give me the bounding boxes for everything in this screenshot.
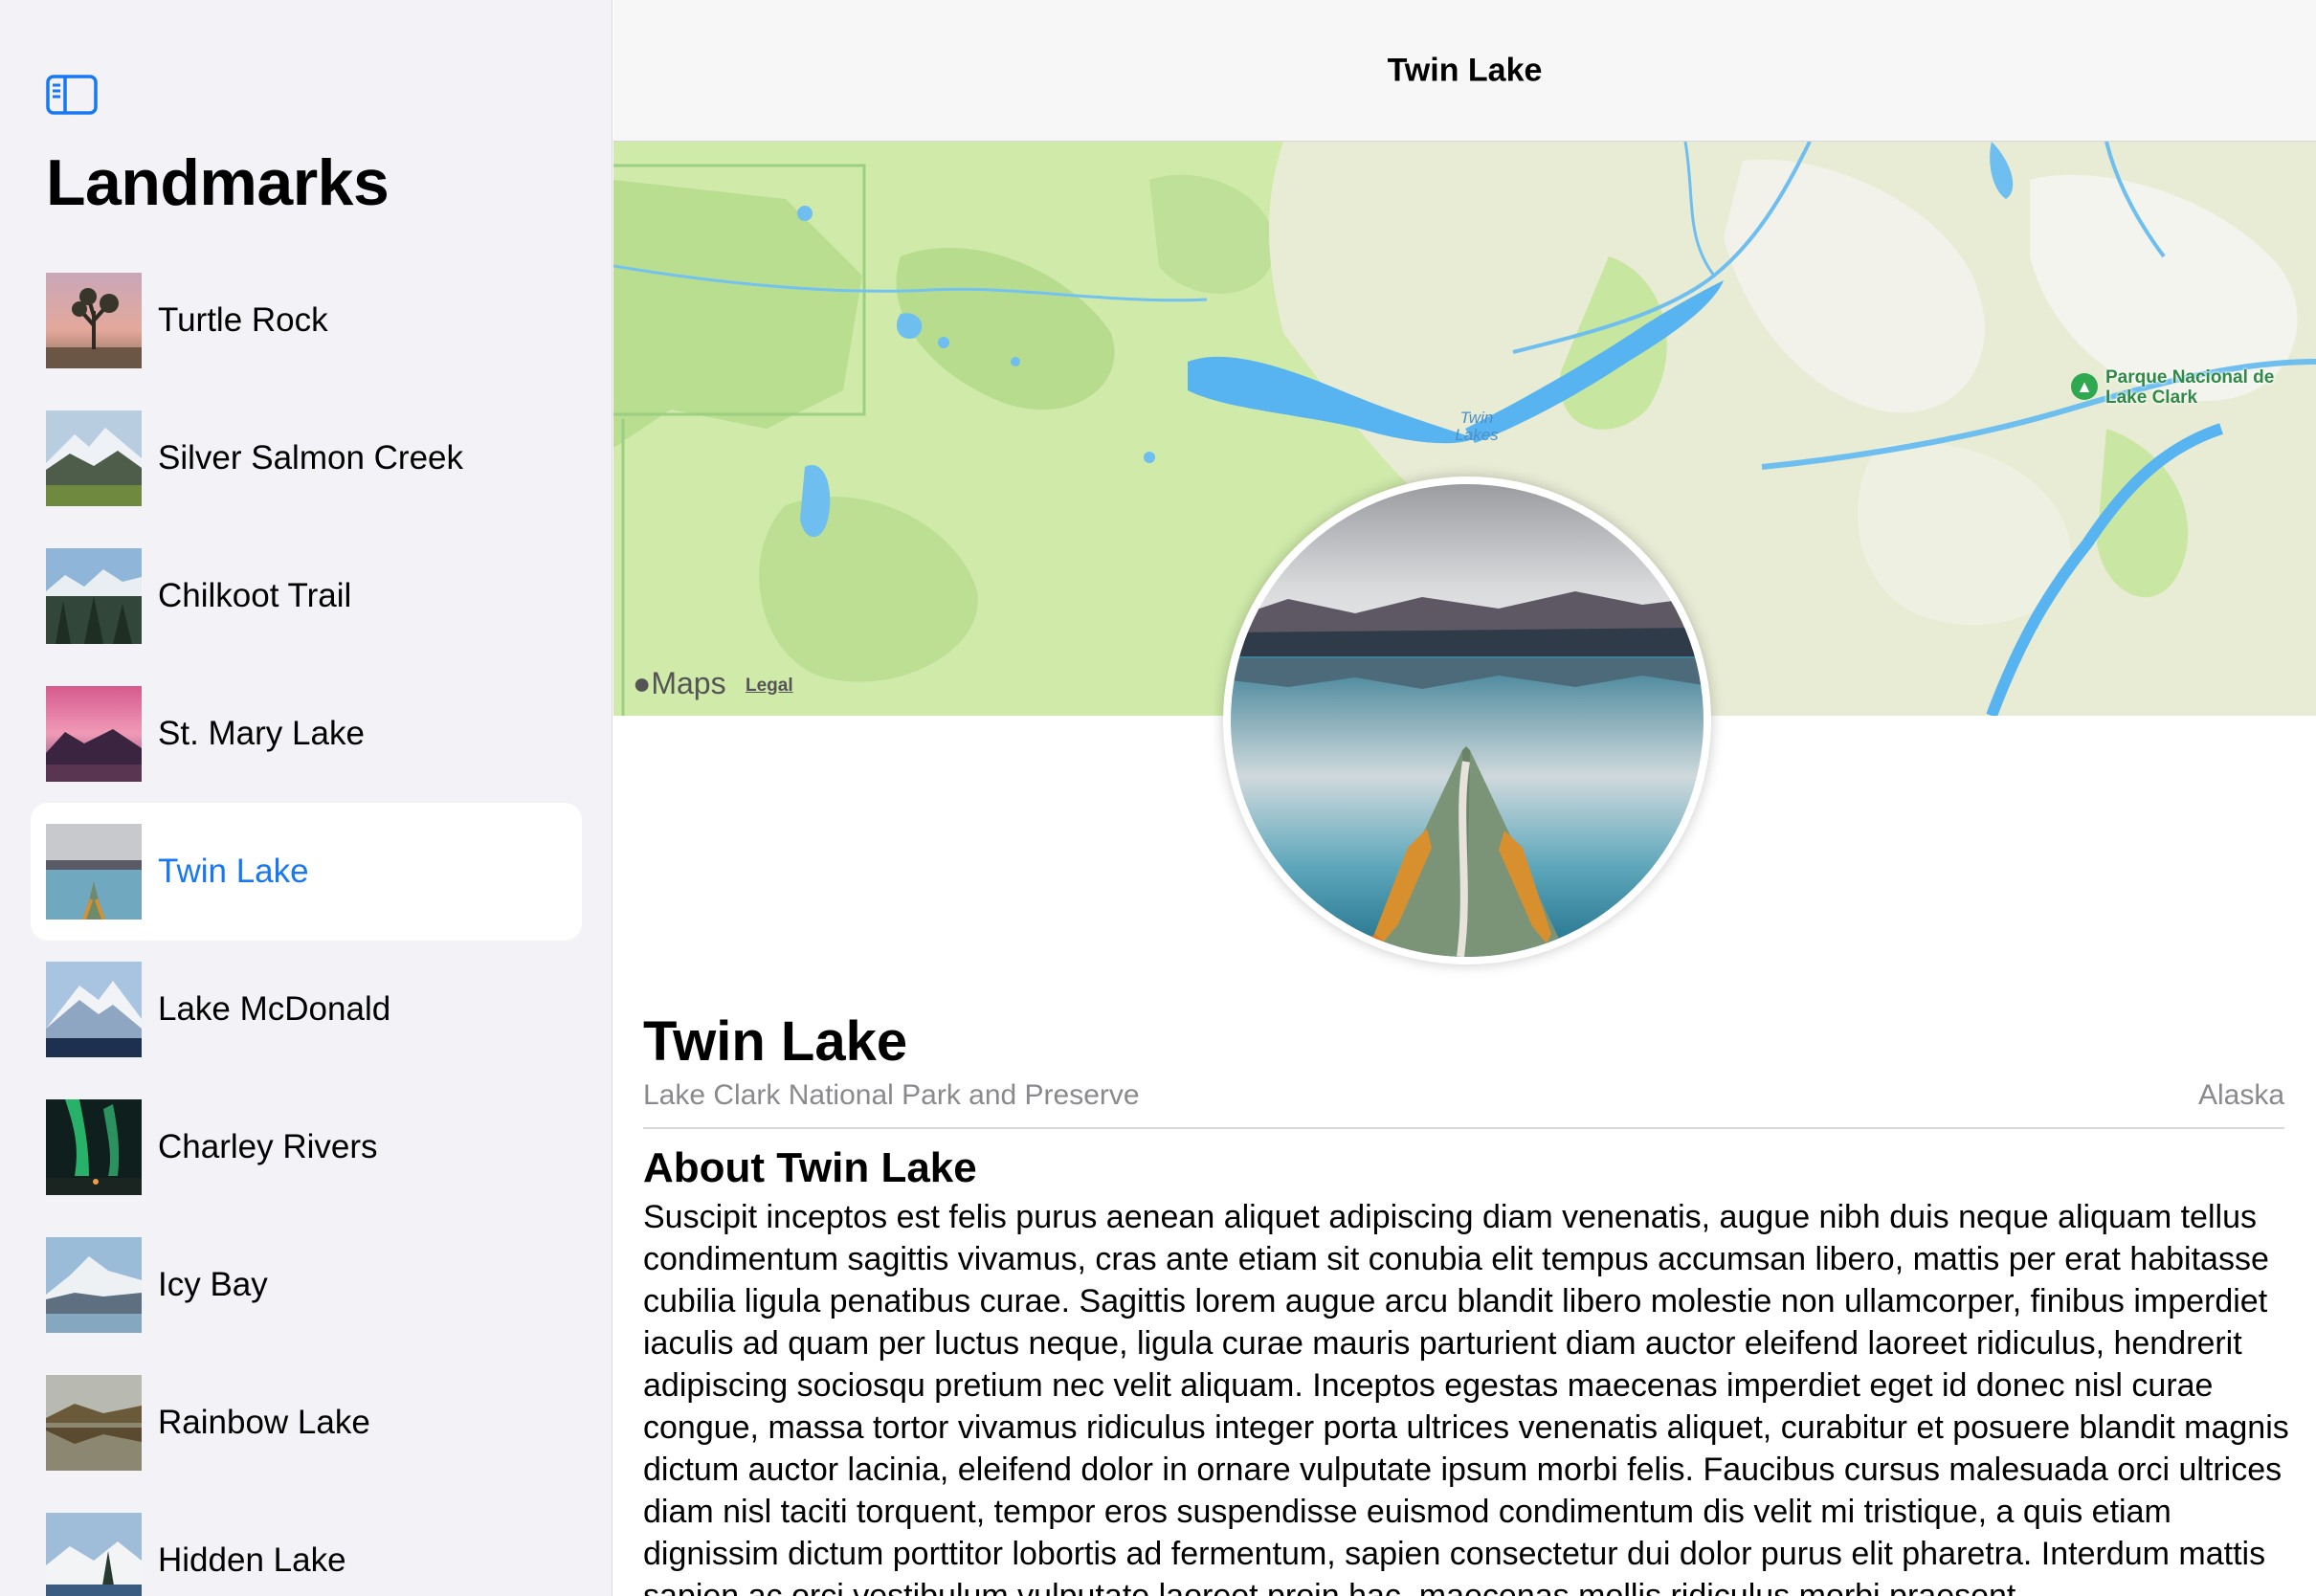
landmark-row-turtle-rock[interactable]: Turtle Rock: [31, 252, 582, 389]
maps-brand: Maps: [651, 666, 726, 700]
landmark-row-st-mary-lake[interactable]: St. Mary Lake: [31, 665, 582, 803]
landmark-label: Turtle Rock: [158, 301, 328, 339]
landmark-label: Rainbow Lake: [158, 1404, 370, 1441]
landmark-row-icy-bay[interactable]: Icy Bay: [31, 1216, 582, 1354]
landmark-row-silver-salmon-creek[interactable]: Silver Salmon Creek: [31, 389, 582, 527]
maps-logo: ●Maps: [633, 666, 726, 701]
landmark-thumbnail: [46, 273, 142, 368]
landmark-title: Twin Lake: [643, 1010, 908, 1073]
landmark-thumbnail: [46, 1237, 142, 1333]
landmark-label: Charley Rivers: [158, 1128, 378, 1165]
app-window: Landmarks Turtle Rock Silver Salmon Cree…: [0, 0, 2316, 1596]
detail-view: Twin Lake Twin Lakes ▲ Parque Nacional d…: [613, 0, 2316, 1596]
divider: [643, 1127, 2284, 1129]
landmark-label: Hidden Lake: [158, 1541, 346, 1579]
map-lake-label: Twin Lakes: [1455, 409, 1499, 444]
landmark-thumbnail: [46, 824, 142, 920]
about-heading: About Twin Lake: [643, 1144, 977, 1191]
navigation-bar: Twin Lake: [613, 0, 2316, 142]
tree-icon: ▲: [2071, 373, 2098, 400]
nav-title: Twin Lake: [1387, 52, 1543, 89]
landmark-hero-image: [1223, 477, 1711, 964]
landmark-thumbnail: [46, 1513, 142, 1596]
landmark-label: Silver Salmon Creek: [158, 439, 463, 477]
landmark-thumbnail: [46, 1375, 142, 1471]
apple-logo-icon: ●: [633, 666, 652, 700]
maps-legal-link[interactable]: Legal: [746, 676, 793, 697]
park-name: Lake Clark National Park and Preserve: [643, 1079, 1140, 1111]
sidebar: Landmarks Turtle Rock Silver Salmon Cree…: [0, 0, 612, 1596]
landmark-label: Icy Bay: [158, 1266, 268, 1303]
landmark-label: St. Mary Lake: [158, 715, 365, 752]
landmark-row-twin-lake[interactable]: Twin Lake: [31, 803, 582, 941]
landmark-row-charley-rivers[interactable]: Charley Rivers: [31, 1078, 582, 1216]
landmark-thumbnail: [46, 410, 142, 506]
landmark-row-rainbow-lake[interactable]: Rainbow Lake: [31, 1354, 582, 1492]
landmark-thumbnail: [46, 686, 142, 782]
sidebar-title: Landmarks: [46, 146, 390, 219]
landmark-list: Turtle Rock Silver Salmon Creek Chilkoot…: [31, 252, 582, 1596]
about-description: Suscipit inceptos est felis purus aenean…: [643, 1199, 2289, 1596]
landmark-label: Chilkoot Trail: [158, 577, 352, 614]
landmark-label: Lake McDonald: [158, 990, 391, 1028]
landmark-thumbnail: [46, 548, 142, 644]
sidebar-toggle-icon[interactable]: [46, 75, 98, 115]
park-poi-label: Parque Nacional de Lake Clark: [2105, 367, 2275, 408]
landmark-thumbnail: [46, 1099, 142, 1195]
landmark-label: Twin Lake: [158, 853, 309, 890]
landmark-thumbnail: [46, 962, 142, 1057]
landmark-row-hidden-lake[interactable]: Hidden Lake: [31, 1492, 582, 1596]
landmark-row-chilkoot-trail[interactable]: Chilkoot Trail: [31, 527, 582, 665]
landmark-row-lake-mcdonald[interactable]: Lake McDonald: [31, 941, 582, 1078]
state-name: Alaska: [2197, 1079, 2284, 1111]
